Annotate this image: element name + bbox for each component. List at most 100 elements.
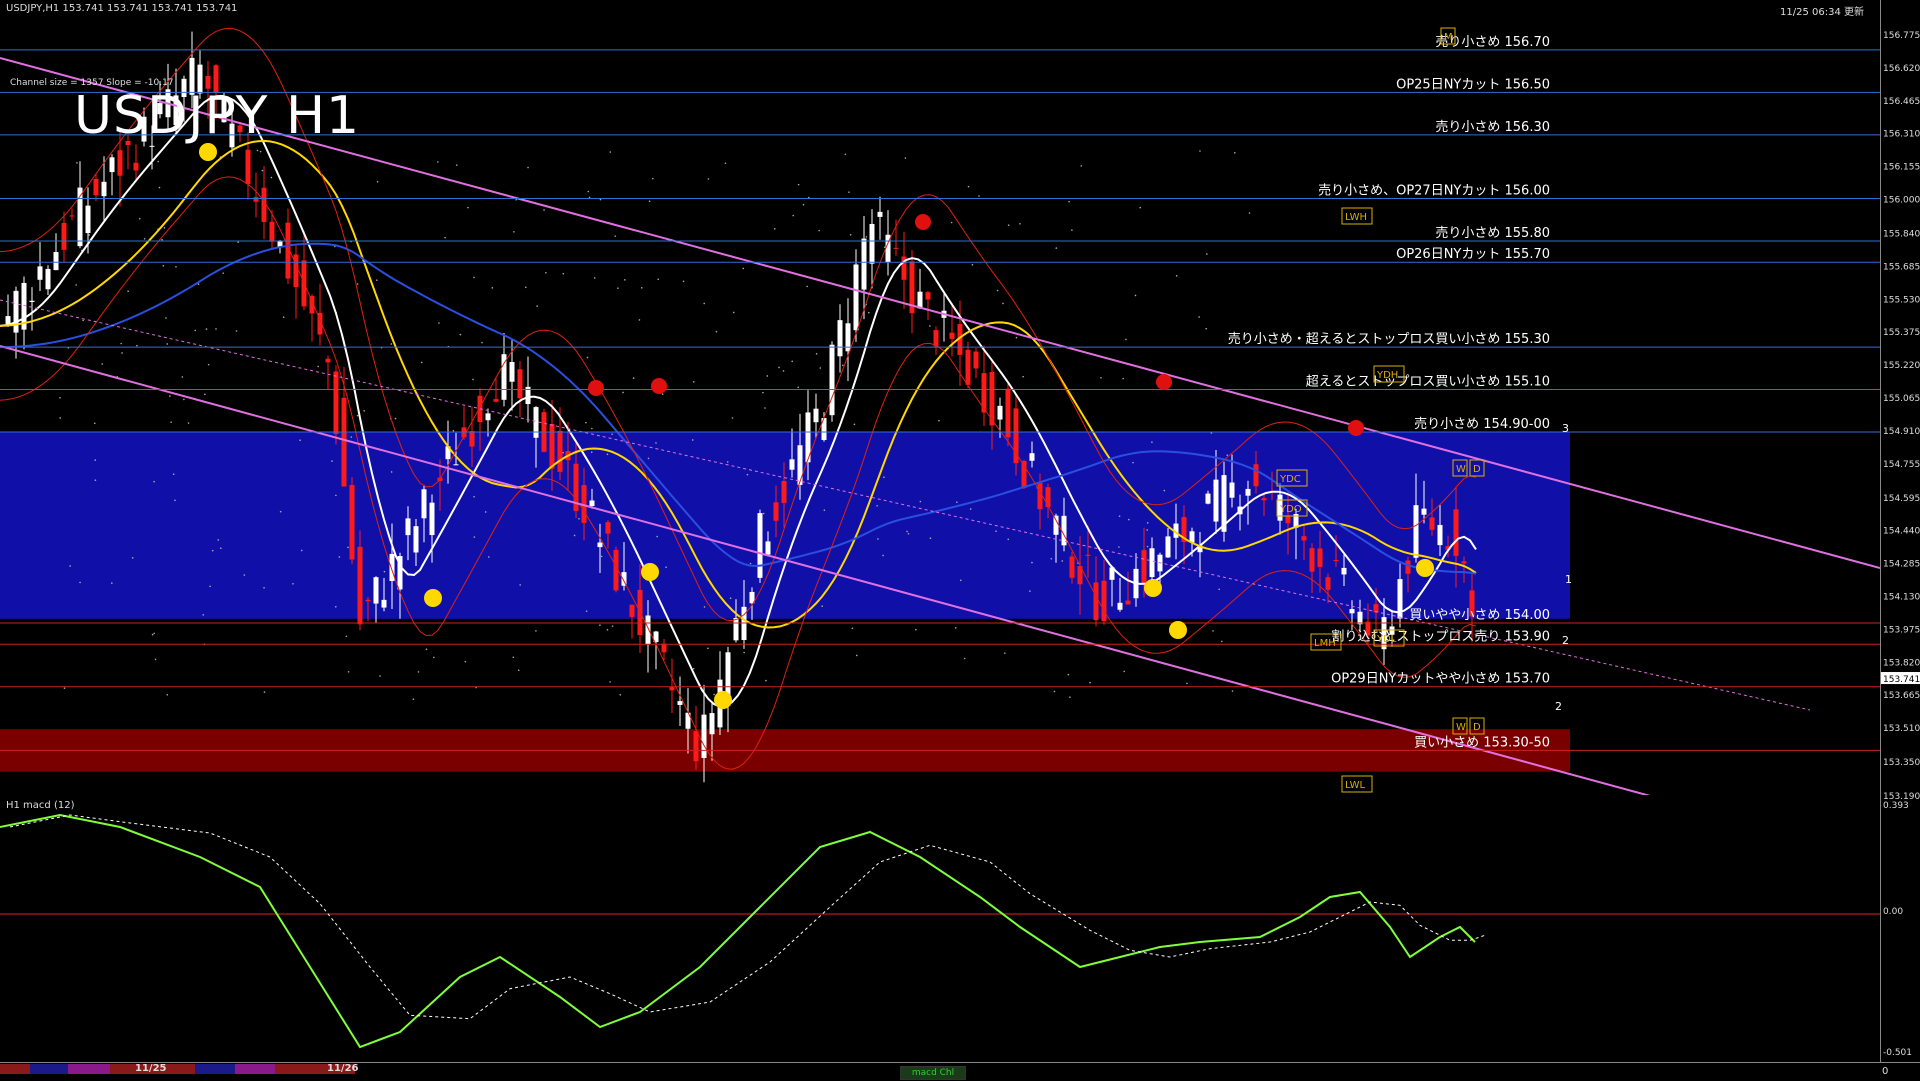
- candle-body: [293, 254, 299, 288]
- candle-body: [509, 362, 515, 382]
- candle-body: [837, 320, 843, 357]
- candle-body: [85, 205, 91, 234]
- cloud-dot: [1146, 529, 1148, 531]
- candle-body: [469, 431, 475, 447]
- cloud-dot: [79, 581, 81, 584]
- cloud-dot: [161, 238, 163, 241]
- sell-arrow: [651, 378, 667, 394]
- candle-body: [1165, 536, 1171, 558]
- session-strip: [0, 1064, 355, 1074]
- cloud-dot: [69, 565, 71, 567]
- candle-body: [829, 344, 835, 416]
- buy-arrow: [1144, 579, 1162, 597]
- cloud-dot: [657, 278, 660, 281]
- cloud-dot: [703, 606, 706, 608]
- macd-tab[interactable]: macd Chl: [900, 1066, 966, 1080]
- level-label: 売り小さめ 154.90-00: [1414, 416, 1550, 432]
- candle-body: [1333, 559, 1339, 561]
- cloud-dot: [347, 546, 349, 549]
- cloud-dot: [609, 151, 612, 153]
- level-box-label: LMH: [1314, 638, 1336, 649]
- candle-body: [949, 332, 955, 339]
- price-tick: 155.685: [1883, 262, 1920, 272]
- cloud-dot: [127, 290, 129, 293]
- cloud-dot: [163, 227, 166, 229]
- cloud-dot: [1199, 150, 1201, 152]
- cloud-dot: [648, 200, 651, 202]
- cloud-dot: [1055, 247, 1058, 249]
- cloud-dot: [882, 554, 884, 557]
- cloud-dot: [806, 285, 808, 288]
- cloud-dot: [959, 579, 962, 582]
- candle-body: [485, 413, 491, 421]
- candle-body: [373, 577, 379, 604]
- cloud-dot: [143, 238, 146, 240]
- cloud-dot: [1061, 560, 1064, 562]
- candle-body: [421, 489, 427, 519]
- cloud-dot: [235, 330, 238, 332]
- cloud-dot: [876, 504, 878, 507]
- cloud-dot: [1122, 377, 1124, 380]
- cloud-dot: [849, 233, 852, 236]
- cloud-dot: [75, 284, 77, 286]
- candle-body: [693, 731, 699, 762]
- candle-body: [1205, 493, 1211, 504]
- candle-body: [1069, 556, 1075, 578]
- candle-body: [1013, 408, 1019, 464]
- cloud-dot: [1100, 376, 1102, 379]
- cloud-dot: [484, 511, 487, 513]
- cloud-dot: [220, 547, 222, 549]
- cloud-dot: [617, 287, 619, 290]
- cloud-dot: [138, 217, 141, 220]
- cloud-dot: [1212, 630, 1214, 632]
- candle-body: [277, 240, 283, 247]
- candle-body: [917, 291, 923, 309]
- candle-body: [1101, 580, 1107, 622]
- cloud-dot: [491, 287, 494, 289]
- cloud-dot: [183, 398, 185, 401]
- candle-body: [557, 430, 563, 472]
- cloud-dot: [956, 501, 958, 503]
- level-box-label: W: [1456, 464, 1466, 475]
- cloud-dot: [855, 654, 858, 657]
- price-tick: 154.440: [1883, 527, 1920, 537]
- cloud-dot: [996, 289, 999, 292]
- cloud-dot: [792, 214, 794, 217]
- price-tick: 155.065: [1883, 394, 1920, 404]
- cloud-dot: [656, 535, 658, 538]
- cloud-dot: [473, 276, 475, 279]
- cloud-dot: [63, 687, 66, 689]
- level-box-label: LWH: [1345, 212, 1367, 223]
- macd-panel[interactable]: [0, 797, 1880, 1062]
- level-box-label: D: [1473, 464, 1481, 475]
- level-label: 超えるとストップロス買い小さめ 155.10: [1306, 375, 1550, 390]
- candle-body: [13, 290, 19, 333]
- candle-body: [781, 480, 787, 504]
- cloud-dot: [1069, 696, 1071, 698]
- candle-body: [349, 484, 355, 560]
- price-tick: 153.975: [1883, 625, 1920, 635]
- cloud-dot: [848, 191, 850, 193]
- cloud-dot: [111, 582, 113, 584]
- cloud-dot: [797, 386, 800, 389]
- cloud-dot: [682, 280, 685, 283]
- buy-arrow: [1169, 621, 1187, 639]
- cloud-dot: [472, 378, 474, 381]
- cloud-dot: [818, 229, 820, 232]
- cloud-dot: [459, 333, 462, 336]
- cloud-dot: [1007, 224, 1010, 226]
- candle-body: [253, 197, 259, 202]
- cloud-dot: [573, 534, 576, 537]
- cloud-dot: [661, 393, 664, 396]
- level-box-label: YDC: [1279, 474, 1301, 485]
- cloud-dot: [611, 433, 613, 435]
- cloud-dot: [120, 342, 122, 345]
- cloud-dot: [851, 627, 854, 630]
- cloud-dot: [1220, 640, 1223, 643]
- cloud-dot: [619, 693, 622, 696]
- cloud-dot: [647, 457, 650, 460]
- cloud-dot: [202, 614, 205, 616]
- candle-body: [1405, 560, 1411, 574]
- price-tick: 155.220: [1883, 361, 1920, 371]
- cloud-dot: [1118, 515, 1121, 517]
